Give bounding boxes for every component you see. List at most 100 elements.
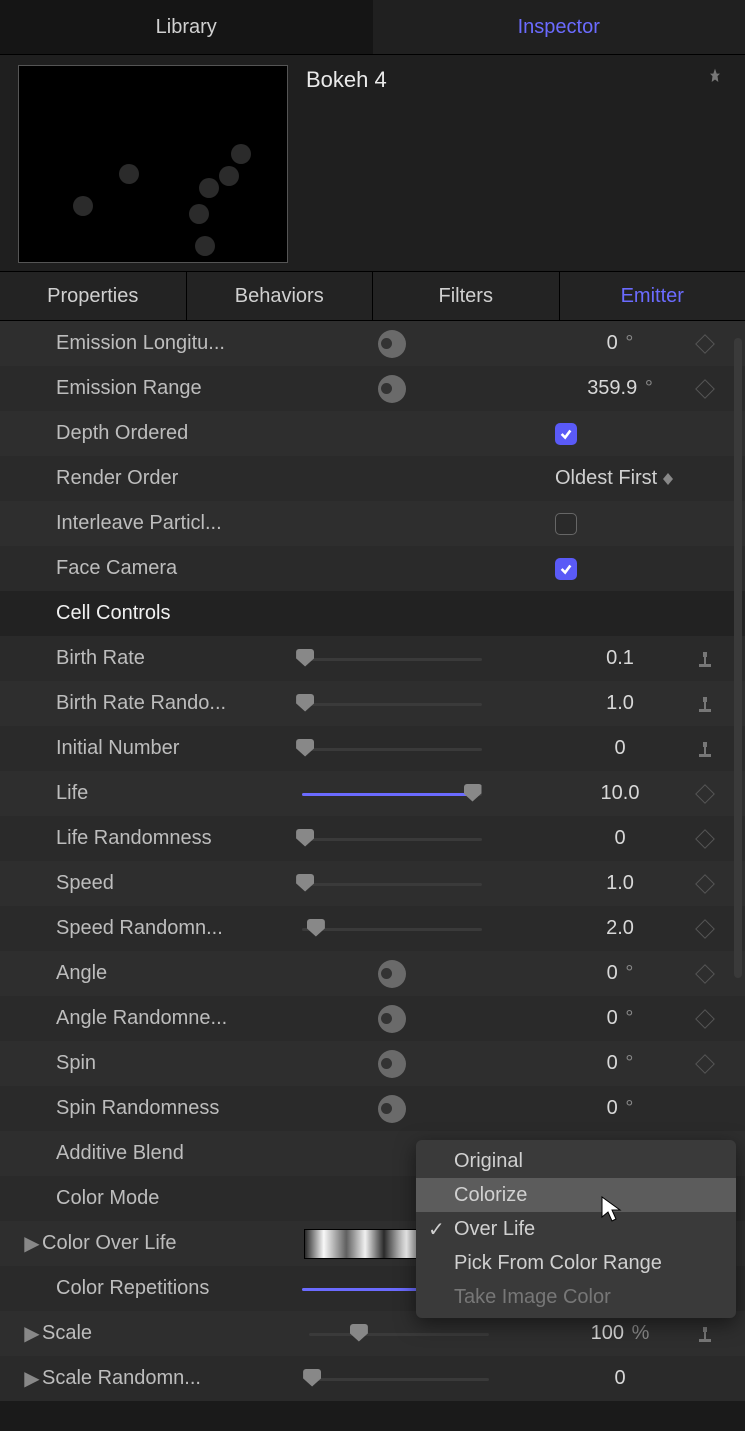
value-angle-rand[interactable]: 0 ° [555, 1007, 685, 1030]
row-birth-rate-randomness: Birth Rate Rando... 1.0 [0, 681, 745, 726]
keyframe-icon[interactable] [695, 1009, 715, 1029]
dropdown-render-order[interactable]: Oldest First [555, 467, 685, 490]
subtab-behaviors[interactable]: Behaviors [187, 272, 374, 320]
dial-emission-longitude[interactable] [378, 330, 406, 358]
row-depth-ordered: Depth Ordered [0, 411, 745, 456]
tab-library[interactable]: Library [0, 0, 373, 55]
subtab-properties[interactable]: Properties [0, 272, 187, 320]
keyframe-icon[interactable] [695, 334, 715, 354]
checkbox-face-camera[interactable] [555, 558, 577, 580]
pin-icon[interactable] [705, 67, 727, 93]
slider-initial-number[interactable] [302, 739, 482, 759]
row-emission-range: Emission Range 359.9 ° [0, 366, 745, 411]
object-title: Bokeh 4 [306, 67, 387, 93]
param-label: Color Mode [28, 1187, 228, 1210]
preview-thumbnail [18, 65, 288, 263]
tab-inspector-label: Inspector [518, 16, 600, 39]
row-spin-randomness: Spin Randomness 0 ° [0, 1086, 745, 1131]
row-interleave: Interleave Particl... [0, 501, 745, 546]
keyframe-icon[interactable] [695, 964, 715, 984]
value-initial-number[interactable]: 0 [555, 737, 685, 760]
param-label: Face Camera [28, 557, 228, 580]
param-label: Angle Randomne... [28, 1007, 228, 1030]
dial-emission-range[interactable] [378, 375, 406, 403]
row-render-order: Render Order Oldest First [0, 456, 745, 501]
keyframe-icon[interactable] [695, 874, 715, 894]
slider-birth-rate-rand[interactable] [302, 694, 482, 714]
inspector-header: Bokeh 4 [0, 55, 745, 271]
popup-item-colorize[interactable]: Colorize [416, 1178, 736, 1212]
subtab-filters[interactable]: Filters [373, 272, 560, 320]
value-speed[interactable]: 1.0 [555, 872, 685, 895]
popup-item-take-image: Take Image Color [416, 1280, 736, 1314]
param-label: Scale Randomn... [42, 1367, 242, 1390]
value-spin-rand[interactable]: 0 ° [555, 1097, 685, 1120]
slider-speed-rand[interactable] [302, 919, 482, 939]
row-speed: Speed 1.0 [0, 861, 745, 906]
value-speed-rand[interactable]: 2.0 [555, 917, 685, 940]
keyframe-icon[interactable] [695, 919, 715, 939]
value-birth-rate-rand[interactable]: 1.0 [555, 692, 685, 715]
param-label: Life Randomness [28, 827, 228, 850]
tab-library-label: Library [156, 16, 217, 39]
value-emission-longitude[interactable]: 0 ° [555, 332, 685, 355]
dial-spin-rand[interactable] [378, 1095, 406, 1123]
popup-item-original[interactable]: Original [416, 1144, 736, 1178]
param-label: Life [28, 782, 228, 805]
slider-scale[interactable] [309, 1324, 489, 1344]
checkbox-interleave[interactable] [555, 513, 577, 535]
param-label: Additive Blend [28, 1142, 228, 1165]
param-label: Angle [28, 962, 228, 985]
value-scale[interactable]: 100 % [555, 1322, 685, 1345]
row-emission-longitude: Emission Longitu... 0 ° [0, 321, 745, 366]
color-mode-popup: Original Colorize ✓Over Life Pick From C… [416, 1140, 736, 1318]
value-angle[interactable]: 0 ° [555, 962, 685, 985]
tab-inspector[interactable]: Inspector [373, 0, 745, 55]
keyframe-icon[interactable] [695, 829, 715, 849]
mini-anim-icon[interactable] [696, 1325, 714, 1343]
param-label: Spin Randomness [28, 1097, 228, 1120]
dial-angle[interactable] [378, 960, 406, 988]
slider-life-rand[interactable] [302, 829, 482, 849]
section-cell-controls: Cell Controls [0, 591, 745, 636]
row-angle: Angle 0 ° [0, 951, 745, 996]
param-label: Emission Longitu... [28, 332, 228, 355]
value-emission-range[interactable]: 359.9 ° [555, 377, 685, 400]
param-label: Speed Randomn... [28, 917, 228, 940]
keyframe-icon[interactable] [695, 1054, 715, 1074]
param-label: Interleave Particl... [28, 512, 228, 535]
param-label: Depth Ordered [28, 422, 228, 445]
param-label: Birth Rate Rando... [28, 692, 228, 715]
checkbox-depth-ordered[interactable] [555, 423, 577, 445]
slider-birth-rate[interactable] [302, 649, 482, 669]
check-icon: ✓ [428, 1217, 445, 1242]
value-life[interactable]: 10.0 [555, 782, 685, 805]
param-label: Emission Range [28, 377, 228, 400]
row-scale-randomness: ▶ Scale Randomn... 0 [0, 1356, 745, 1401]
scrollbar[interactable] [734, 338, 742, 978]
row-spin: Spin 0 ° [0, 1041, 745, 1086]
param-label: Birth Rate [28, 647, 228, 670]
value-spin[interactable]: 0 ° [555, 1052, 685, 1075]
value-scale-rand[interactable]: 0 [555, 1367, 685, 1390]
row-life-randomness: Life Randomness 0 [0, 816, 745, 861]
row-initial-number: Initial Number 0 [0, 726, 745, 771]
param-label: Scale [42, 1322, 242, 1345]
keyframe-icon[interactable] [695, 379, 715, 399]
mini-anim-icon[interactable] [696, 740, 714, 758]
slider-scale-rand[interactable] [309, 1369, 489, 1389]
popup-item-pick-range[interactable]: Pick From Color Range [416, 1246, 736, 1280]
row-face-camera: Face Camera [0, 546, 745, 591]
slider-life[interactable] [302, 784, 482, 804]
popup-item-over-life[interactable]: ✓Over Life [416, 1212, 736, 1246]
dial-angle-rand[interactable] [378, 1005, 406, 1033]
mini-anim-icon[interactable] [696, 650, 714, 668]
row-life: Life 10.0 [0, 771, 745, 816]
dial-spin[interactable] [378, 1050, 406, 1078]
slider-speed[interactable] [302, 874, 482, 894]
keyframe-icon[interactable] [695, 784, 715, 804]
value-life-rand[interactable]: 0 [555, 827, 685, 850]
mini-anim-icon[interactable] [696, 695, 714, 713]
subtab-emitter[interactable]: Emitter [560, 272, 745, 320]
value-birth-rate[interactable]: 0.1 [555, 647, 685, 670]
